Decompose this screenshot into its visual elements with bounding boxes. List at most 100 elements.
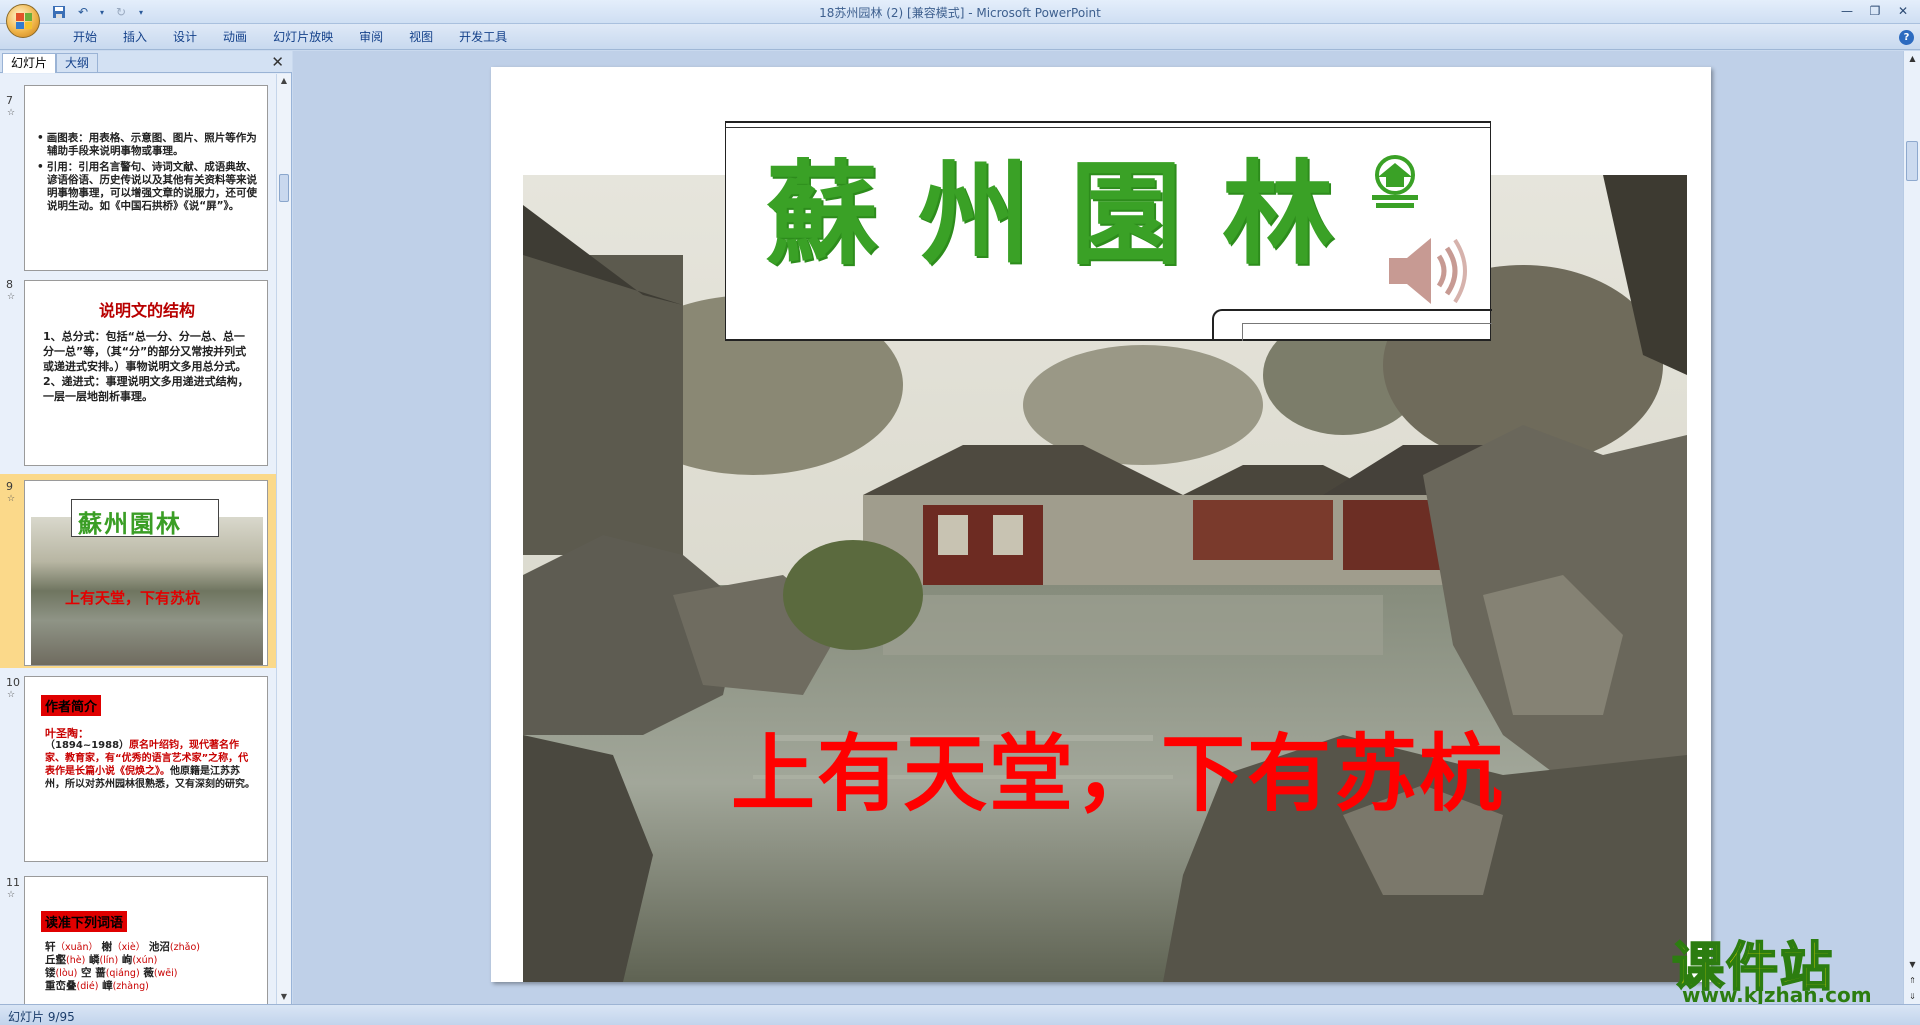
garden-emblem-icon (1372, 155, 1418, 208)
bullet-text: 引用：引用名言警句、诗词文献、成语典故、谚语俗语、历史传说以及其他有关资料等来说… (37, 161, 259, 213)
ribbon: 开始 插入 设计 动画 幻灯片放映 审阅 视图 开发工具 ? (0, 24, 1920, 50)
thumbnail-caption: 上有天堂，下有苏杭 (65, 589, 201, 607)
author-years: （1894~1988） (45, 740, 130, 751)
tab-review[interactable]: 审阅 (346, 29, 396, 46)
vocab-word: 重峦叠 (45, 980, 77, 992)
vocab-word: 峋 (121, 954, 133, 966)
next-slide-icon[interactable]: ⇓ (1905, 989, 1920, 1004)
scroll-up-icon[interactable]: ▲ (1905, 51, 1920, 66)
vocab-pinyin: (xún) (132, 955, 158, 966)
vocab-pinyin: (hè) (66, 955, 86, 966)
status-bar: 幻灯片 9/95 (0, 1004, 1920, 1025)
vocab-row: 轩（xuān） 榭（xiè） 池沼(zhǎo) (45, 941, 200, 954)
tab-home[interactable]: 开始 (60, 29, 110, 46)
close-icon[interactable]: ✕ (1890, 2, 1916, 20)
slide-number: 9 (6, 480, 13, 493)
scroll-down-icon[interactable]: ▼ (1905, 957, 1920, 972)
window-controls: — ❐ ✕ (1834, 2, 1916, 20)
vocab-pinyin: (lín) (99, 955, 119, 966)
vocab-pinyin: (zhǎo) (169, 942, 200, 953)
scroll-down-icon[interactable]: ▼ (277, 990, 291, 1004)
vocab-row: 镂(lòu) 空 蔷(qiáng) 薇(wēi) (45, 967, 200, 980)
tab-animation[interactable]: 动画 (210, 29, 260, 46)
thumbnail-card: 读准下列词语 轩（xuān） 榭（xiè） 池沼(zhǎo) 丘壑(hè) 嶙(… (24, 876, 268, 1004)
tab-view[interactable]: 视图 (396, 29, 446, 46)
vocab-pinyin: (lòu) (55, 968, 78, 979)
thumbnail-label: 读准下列词语 (41, 911, 128, 932)
thumbnail-card: 作者简介 叶圣陶： （1894~1988）原名叶绍钧，现代著名作家、教育家，有“… (24, 676, 268, 862)
current-slide[interactable]: 蘇州園林 上有天堂，下有苏杭 (491, 67, 1711, 982)
vocab-pinyin: (qiáng) (105, 968, 140, 979)
help-icon[interactable]: ? (1899, 30, 1914, 45)
slide-number: 10 (6, 676, 20, 689)
animation-star-icon: ☆ (7, 108, 16, 118)
vocab-word: 蔷 (95, 967, 106, 979)
title-banner[interactable]: 蘇州園林 (725, 121, 1492, 341)
bullet-text: 画图表：用表格、示意图、图片、照片等作为辅助手段来说明事物或事理。 (37, 132, 259, 158)
vocab-pinyin: (wēi) (153, 968, 178, 979)
slide-indicator: 幻灯片 9/95 (8, 1010, 75, 1024)
thumbnail-label: 作者简介 (41, 695, 102, 716)
maximize-icon[interactable]: ❐ (1862, 2, 1888, 20)
slide-caption[interactable]: 上有天堂，下有苏杭 (731, 707, 1505, 828)
tab-design[interactable]: 设计 (160, 29, 210, 46)
ribbon-tabs: 开始 插入 设计 动画 幻灯片放映 审阅 视图 开发工具 (60, 29, 520, 46)
thumbnail-title: 说明文的结构 (98, 301, 195, 320)
tab-developer[interactable]: 开发工具 (446, 29, 520, 46)
vocab-word: 嶙 (88, 954, 100, 966)
tab-slideshow[interactable]: 幻灯片放映 (260, 29, 346, 46)
minimize-icon[interactable]: — (1834, 2, 1860, 20)
vocab-pinyin: (dié) (76, 981, 99, 992)
thumbnail-banner: 蘇州園林 (71, 499, 219, 538)
panel-close-icon[interactable]: ✕ (271, 53, 284, 71)
slide-thumbnail-11[interactable]: 11 ☆ 读准下列词语 轩（xuān） 榭（xiè） 池沼(zhǎo) 丘壑(h… (0, 868, 276, 1004)
vocab-pinyin: （xuān） (55, 942, 99, 953)
animation-star-icon: ☆ (7, 292, 16, 302)
tab-insert[interactable]: 插入 (110, 29, 160, 46)
slide-number: 11 (6, 876, 20, 889)
slide-number: 8 (6, 278, 13, 291)
slides-panel: 幻灯片 大纲 ✕ 7 ☆ 画图表：用表格、示意图、图片、照片等作为辅助手段来说明… (0, 51, 292, 1004)
thumbnails-scrollbar[interactable]: ▲ ▼ (276, 74, 291, 1004)
vocab-word: 薇 (143, 967, 154, 979)
vocab-word: 嶂 (102, 980, 113, 992)
scroll-thumb[interactable] (279, 174, 289, 202)
thumbnail-banner-text: 蘇州園林 (78, 509, 182, 538)
thumbnail-card: 蘇州園林 上有天堂，下有苏杭 (24, 480, 268, 666)
window-title: 18苏州园林 (2) [兼容模式] - Microsoft PowerPoint (819, 6, 1101, 20)
slide-thumbnail-10[interactable]: 10 ☆ 作者简介 叶圣陶： （1894~1988）原名叶绍钧，现代著名作家、教… (0, 668, 276, 868)
watermark: 课件站 www.kjzhan.com (1664, 925, 1904, 1007)
office-logo-icon (16, 13, 32, 29)
speaker-icon[interactable] (1381, 226, 1471, 316)
animation-star-icon: ☆ (7, 494, 16, 504)
previous-slide-icon[interactable]: ⇑ (1905, 973, 1920, 988)
vocab-word: 空 (81, 967, 92, 979)
tab-slides[interactable]: 幻灯片 (2, 53, 57, 73)
scroll-up-icon[interactable]: ▲ (277, 74, 291, 88)
office-button[interactable] (6, 4, 40, 38)
scroll-thumb[interactable] (1906, 141, 1918, 181)
thumbnail-card: 画图表：用表格、示意图、图片、照片等作为辅助手段来说明事物或事理。 引用：引用名… (24, 85, 268, 271)
slide-scrollbar[interactable]: ▲ ▼ ⇑ ⇓ (1903, 51, 1920, 1004)
vocab-word: 轩 (45, 941, 56, 953)
slide-title: 蘇州園林 (766, 149, 1374, 280)
thumbnail-card: 说明文的结构 1、总分式：包括“总一分、分一总、总一分一总”等，（其“分”的部分… (24, 280, 268, 466)
animation-star-icon: ☆ (7, 890, 16, 900)
slide-thumbnail-9[interactable]: 9 ☆ 蘇州園林 上有天堂，下有苏杭 (0, 474, 276, 668)
tab-outline[interactable]: 大纲 (56, 53, 99, 73)
slide-thumbnail-7[interactable]: 7 ☆ 画图表：用表格、示意图、图片、照片等作为辅助手段来说明事物或事理。 引用… (0, 74, 276, 272)
slide-thumbnail-8[interactable]: 8 ☆ 说明文的结构 1、总分式：包括“总一分、分一总、总一分一总”等，（其“分… (0, 272, 276, 472)
title-bar: ↶ ▾ ↻ ▾ 18苏州园林 (2) [兼容模式] - Microsoft Po… (0, 0, 1920, 24)
vocab-list: 轩（xuān） 榭（xiè） 池沼(zhǎo) 丘壑(hè) 嶙(lín) 峋(… (45, 941, 200, 993)
structure-line: 1、总分式：包括“总一分、分一总、总一分一总”等，（其“分”的部分又常按并列式或… (43, 330, 247, 373)
panel-tabs: 幻灯片 大纲 ✕ (0, 51, 292, 73)
vocab-word: 镂 (45, 967, 56, 979)
vocab-pinyin: （xiè） (112, 942, 146, 953)
vocab-row: 丘壑(hè) 嶙(lín) 峋(xún) (45, 954, 200, 967)
author-bio: （1894~1988）原名叶绍钧，现代著名作家、教育家，有“优秀的语言艺术家”之… (45, 739, 257, 791)
vocab-row: 重峦叠(dié) 嶂(zhàng) (45, 980, 200, 993)
vocab-word: 榭 (101, 941, 113, 953)
banner-top-rule (726, 127, 1490, 128)
vocab-pinyin: (zhàng) (112, 981, 149, 992)
slide-number: 7 (6, 94, 13, 107)
